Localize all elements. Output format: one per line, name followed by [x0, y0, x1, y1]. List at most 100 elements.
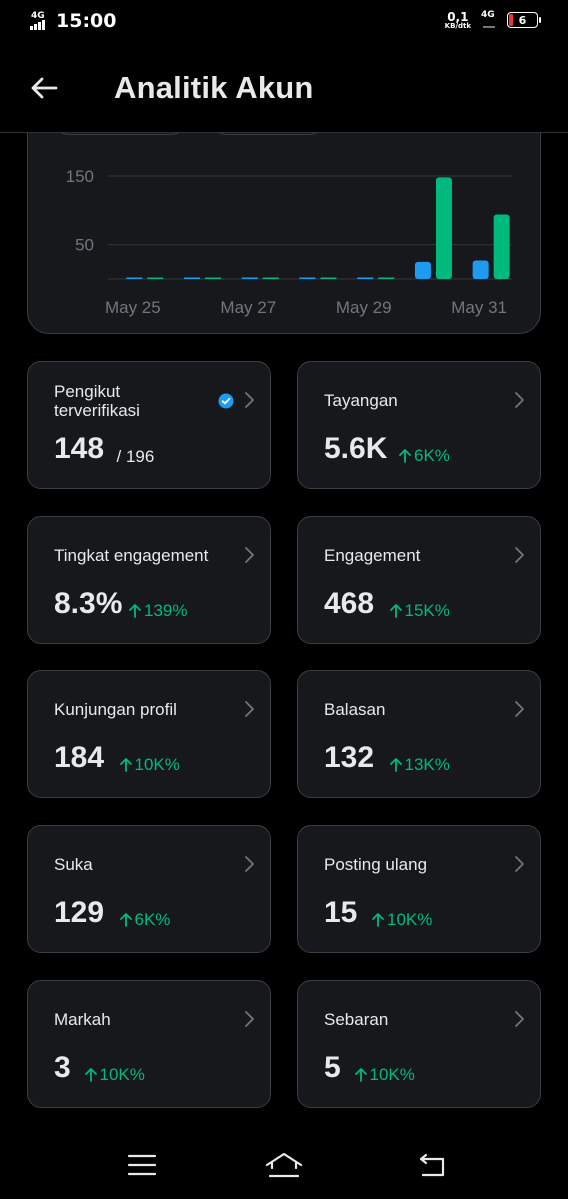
chevron-right-icon — [515, 547, 524, 563]
network-type-right: 4G — [481, 10, 495, 20]
bar-blue-4[interactable] — [357, 277, 374, 280]
metric-label: Pengikut terverifikasi — [54, 382, 140, 420]
battery-level: 6 — [518, 13, 527, 27]
bar-green-4[interactable] — [378, 277, 395, 280]
metric-value: 15 — [324, 896, 358, 929]
back-button[interactable] — [26, 70, 62, 106]
speed-value: 0,1 — [447, 9, 469, 24]
bar-blue-5[interactable] — [414, 261, 431, 279]
x-tick-label: May 29 — [336, 298, 392, 317]
bar-green-6[interactable] — [493, 214, 510, 279]
metric-change-value: 13K% — [404, 755, 450, 774]
metric-change: 10K% — [371, 910, 432, 930]
y-tick-label: 150 — [66, 167, 94, 186]
verified-badge-icon — [218, 393, 234, 409]
signal-icon: 4G — [30, 11, 50, 31]
metric-value: 468 — [324, 587, 375, 620]
arrow-up-icon — [129, 604, 141, 618]
metric-label: Posting ulang — [324, 855, 428, 874]
app-header: Analitik Akun — [0, 44, 568, 133]
metric-change: 6K% — [119, 910, 171, 930]
metric-card[interactable]: Tingkat engagement 8.3% 139% — [27, 516, 271, 644]
metric-value: 8.3% — [54, 587, 123, 620]
bar-blue-3[interactable] — [299, 277, 316, 280]
chevron-right-icon — [245, 547, 254, 563]
metric-change: 13K% — [389, 755, 450, 775]
bar-blue-6[interactable] — [472, 260, 489, 279]
x-tick-label: May 25 — [105, 298, 161, 317]
bar-blue-1[interactable] — [184, 277, 201, 280]
bar-green-2[interactable] — [262, 277, 279, 280]
bar-blue-0[interactable] — [126, 277, 143, 280]
x-tick-label: May 31 — [451, 298, 507, 317]
metric-label: Engagement — [324, 546, 421, 565]
metric-change: 139% — [128, 601, 187, 621]
battery-icon: 6 — [507, 12, 541, 28]
network-speed: 0,1 KB/dtk — [445, 11, 471, 30]
metric-value: 5.6K — [324, 432, 388, 465]
chevron-right-icon — [515, 701, 524, 717]
metric-label: Balasan — [324, 700, 386, 719]
mobile-data-icon: 4G — [481, 10, 497, 30]
arrow-up-icon — [354, 1068, 367, 1082]
metric-card[interactable]: Pengikut terverifikasi 148 / 196 — [27, 361, 271, 489]
bar-green-5[interactable] — [435, 177, 452, 279]
chevron-right-icon — [245, 856, 254, 872]
arrow-left-icon — [31, 77, 58, 99]
metric-change: 6K% — [398, 446, 450, 466]
metric-card[interactable]: Markah 3 10K% — [27, 980, 271, 1108]
home-button[interactable] — [264, 1148, 304, 1182]
metric-value: 129 — [54, 896, 105, 929]
chevron-right-icon — [515, 392, 524, 408]
menu-button[interactable] — [122, 1148, 162, 1182]
metric-value: 132 — [324, 741, 375, 774]
metric-card[interactable]: Tayangan 5.6K 6K% — [297, 361, 541, 489]
status-bar: 4G 15:00 0,1 KB/dtk 4G 6 — [0, 0, 568, 44]
chevron-right-icon — [245, 1011, 254, 1027]
arrow-up-icon — [399, 449, 411, 463]
arrow-up-icon — [372, 913, 384, 927]
metric-change-value: 139% — [144, 601, 188, 620]
metric-change: 10K% — [119, 755, 180, 775]
arrow-up-icon — [389, 758, 402, 772]
metric-change: 10K% — [84, 1065, 145, 1085]
metric-change: 15K% — [389, 601, 450, 621]
bar-green-1[interactable] — [205, 277, 222, 280]
metric-label: Kunjungan profil — [54, 700, 177, 719]
metric-change-value: 6K% — [414, 446, 450, 465]
back-nav-button[interactable] — [412, 1148, 452, 1182]
bar-green-0[interactable] — [147, 277, 164, 280]
bar-green-3[interactable] — [320, 277, 337, 280]
metric-label: Tingkat engagement — [54, 546, 209, 565]
arrow-up-icon — [119, 913, 132, 927]
metric-card[interactable]: Kunjungan profil 184 10K% — [27, 670, 271, 798]
menu-icon — [127, 1154, 157, 1176]
chevron-right-icon — [515, 1011, 524, 1027]
arrow-up-icon — [389, 604, 402, 618]
metric-label: Tayangan — [324, 391, 398, 410]
bar-blue-2[interactable] — [241, 277, 258, 280]
arrow-up-icon — [119, 758, 132, 772]
chevron-right-icon — [245, 701, 254, 717]
metric-change-value: 10K% — [134, 755, 180, 774]
metric-card[interactable]: Balasan 132 13K% — [297, 670, 541, 798]
status-time: 15:00 — [56, 10, 117, 32]
metric-change-value: 6K% — [134, 910, 171, 929]
y-tick-label: 50 — [75, 236, 94, 255]
metric-card[interactable]: Engagement 468 15K% — [297, 516, 541, 644]
metric-value: 5 — [324, 1051, 341, 1084]
home-icon — [265, 1152, 303, 1178]
metric-card[interactable]: Posting ulang 15 10K% — [297, 825, 541, 953]
back-nav-icon — [419, 1153, 445, 1177]
metric-card[interactable]: Suka 129 6K% — [27, 825, 271, 953]
metric-change-value: 15K% — [404, 601, 450, 620]
chevron-right-icon — [245, 392, 254, 408]
metric-change-value: 10K% — [369, 1065, 415, 1084]
metric-total: / 196 — [116, 447, 155, 466]
metric-card[interactable]: Sebaran 5 10K% — [297, 980, 541, 1108]
chevron-right-icon — [515, 856, 524, 872]
metric-change: 10K% — [354, 1065, 415, 1085]
metric-value: 3 — [54, 1051, 71, 1084]
system-nav-bar — [0, 1130, 568, 1199]
metric-value: 184 — [54, 741, 105, 774]
